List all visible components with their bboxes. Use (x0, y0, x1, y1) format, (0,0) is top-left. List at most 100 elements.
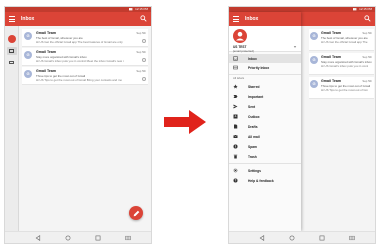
rail-inbox-button[interactable] (7, 47, 17, 55)
outbox-icon (233, 114, 238, 119)
search-icon[interactable] (364, 15, 371, 22)
drawer-item-label: Help & feedback (248, 178, 274, 183)
home-icon[interactable] (289, 235, 295, 241)
drawer-item-inbox[interactable]: Inbox (229, 54, 301, 63)
email-snippet: Hi US Gmail's inbox puts you in contro (321, 64, 368, 68)
drawer-item-priority-inbox[interactable]: Priority Inbox (229, 63, 301, 72)
priority-inbox-icon (233, 65, 238, 70)
email-snippet: Hi US Tips to get the most out of Gmail … (36, 78, 122, 82)
drawer-divider (229, 74, 301, 75)
chevron-down-icon[interactable] (293, 45, 297, 49)
sender-avatar: G (310, 56, 318, 64)
email-snippet: Hi US Get the official Gmail app The bes… (36, 40, 123, 44)
drawer-item-settings[interactable]: Settings (229, 166, 301, 175)
compose-button[interactable] (129, 206, 143, 220)
drawer-item-spam[interactable]: Spam (229, 142, 301, 151)
drawer-item-label: Inbox (248, 56, 257, 61)
drawer-divider (229, 163, 301, 164)
drawer-item-label: Settings (248, 168, 262, 173)
drawer-item-sent[interactable]: Sent (229, 102, 301, 111)
priority-inbox-icon[interactable] (9, 61, 14, 64)
email-list: G Gmail Team Sep 5th The best of Gmail, … (19, 26, 151, 231)
email-time: Sep 5th (136, 50, 146, 54)
drawer-item-help-feedback[interactable]: Help & feedback (229, 176, 301, 185)
email-row[interactable]: G Gmail Team Sep 5th The best of Gmail, … (309, 29, 374, 51)
drawer-item-label: Important (248, 94, 264, 99)
drawer-item-label: Starred (248, 84, 260, 89)
email-row[interactable]: G Gmail Team Sep 5th Stay more organized… (22, 48, 148, 66)
email-sender: Gmail Team (36, 31, 57, 35)
all-mail-icon (233, 134, 238, 138)
sender-avatar: G (24, 32, 32, 40)
status-time: 12:15 PM (359, 7, 372, 11)
sender-avatar: G (310, 80, 318, 88)
account-avatar[interactable] (233, 29, 247, 43)
status-time: 12:15 PM (135, 7, 148, 11)
person-icon (236, 31, 244, 41)
gear-icon (233, 168, 238, 173)
account-email: [email protected] (233, 48, 254, 53)
recents-icon[interactable] (319, 235, 325, 241)
mini-drawer-rail (5, 26, 19, 231)
email-sender: Gmail Team (36, 50, 57, 54)
email-sender: Gmail Team (36, 69, 57, 73)
important-icon (233, 95, 238, 98)
drawer-item-drafts[interactable]: Drafts (229, 122, 301, 131)
inbox-icon (233, 56, 238, 61)
inbox-icon (9, 49, 14, 53)
email-snippet: Hi US Tips to get the most out of Gmai (321, 88, 368, 92)
email-time: Sep 5th (362, 79, 372, 83)
menu-icon[interactable] (233, 16, 239, 22)
keyboard-icon[interactable] (349, 235, 355, 241)
drawer-item-outbox[interactable]: Outbox (229, 112, 301, 121)
sender-avatar: G (24, 51, 32, 59)
email-snippet: Hi US Get the official Gmail app The b (321, 40, 368, 44)
android-nav-bar (5, 231, 151, 243)
email-time: Sep 5th (136, 31, 146, 35)
back-icon[interactable] (259, 235, 265, 241)
star-icon[interactable] (142, 58, 146, 62)
drawer-item-label: Outbox (248, 114, 260, 119)
email-row[interactable]: G Gmail Team Sep 5th Stay more organized… (309, 53, 374, 75)
drawer-item-all-mail[interactable]: All mail (229, 132, 301, 141)
email-time: Sep 5th (362, 55, 372, 59)
email-sender: Gmail Team (321, 55, 342, 59)
drawer-item-label: Drafts (248, 124, 258, 129)
help-icon (233, 178, 238, 183)
navigation-drawer: Inbox US TEST [email protected] Inbox Pr… (229, 12, 301, 231)
sender-avatar: G (310, 32, 318, 40)
keyboard-icon[interactable] (125, 235, 131, 241)
trash-icon (233, 154, 238, 159)
email-time: Sep 5th (136, 69, 146, 73)
email-row[interactable]: G Gmail Team Sep 5th The best of Gmail, … (22, 29, 148, 47)
pencil-icon (133, 210, 139, 216)
email-snippet: Hi US Gmail's inbox puts you in control … (36, 59, 124, 63)
account-avatar[interactable] (8, 35, 16, 43)
drawer-item-important[interactable]: Important (229, 92, 301, 101)
star-icon[interactable] (142, 77, 146, 81)
drawer-title-bar: Inbox (229, 12, 301, 26)
drawer-item-label: All mail (248, 134, 260, 139)
android-nav-bar (229, 231, 375, 243)
home-icon[interactable] (65, 235, 71, 241)
drawer-item-label: Sent (248, 104, 256, 109)
search-icon[interactable] (140, 15, 147, 22)
drawer-item-trash[interactable]: Trash (229, 152, 301, 161)
recents-icon[interactable] (95, 235, 101, 241)
app-title: Inbox (21, 16, 35, 22)
menu-icon[interactable] (9, 16, 15, 22)
tablet-inbox-view: ▮▮▮ 12:15 PM Inbox G Gmail Team Sep 5th T… (4, 6, 152, 244)
app-bar: Inbox (5, 12, 151, 26)
star-icon (233, 84, 238, 89)
star-icon[interactable] (142, 39, 146, 43)
transition-arrow-icon (164, 110, 206, 134)
back-icon[interactable] (35, 235, 41, 241)
app-title: Inbox (245, 16, 259, 22)
drafts-icon (234, 124, 238, 129)
email-time: Sep 5th (362, 31, 372, 35)
drawer-section-label: All labels (233, 76, 245, 80)
drawer-item-starred[interactable]: Starred (229, 82, 301, 91)
spam-icon (233, 144, 238, 149)
email-row[interactable]: G Gmail Team Sep 5th Three tips to get t… (309, 77, 374, 99)
email-row[interactable]: G Gmail Team Sep 5th Three tips to get t… (22, 67, 148, 85)
